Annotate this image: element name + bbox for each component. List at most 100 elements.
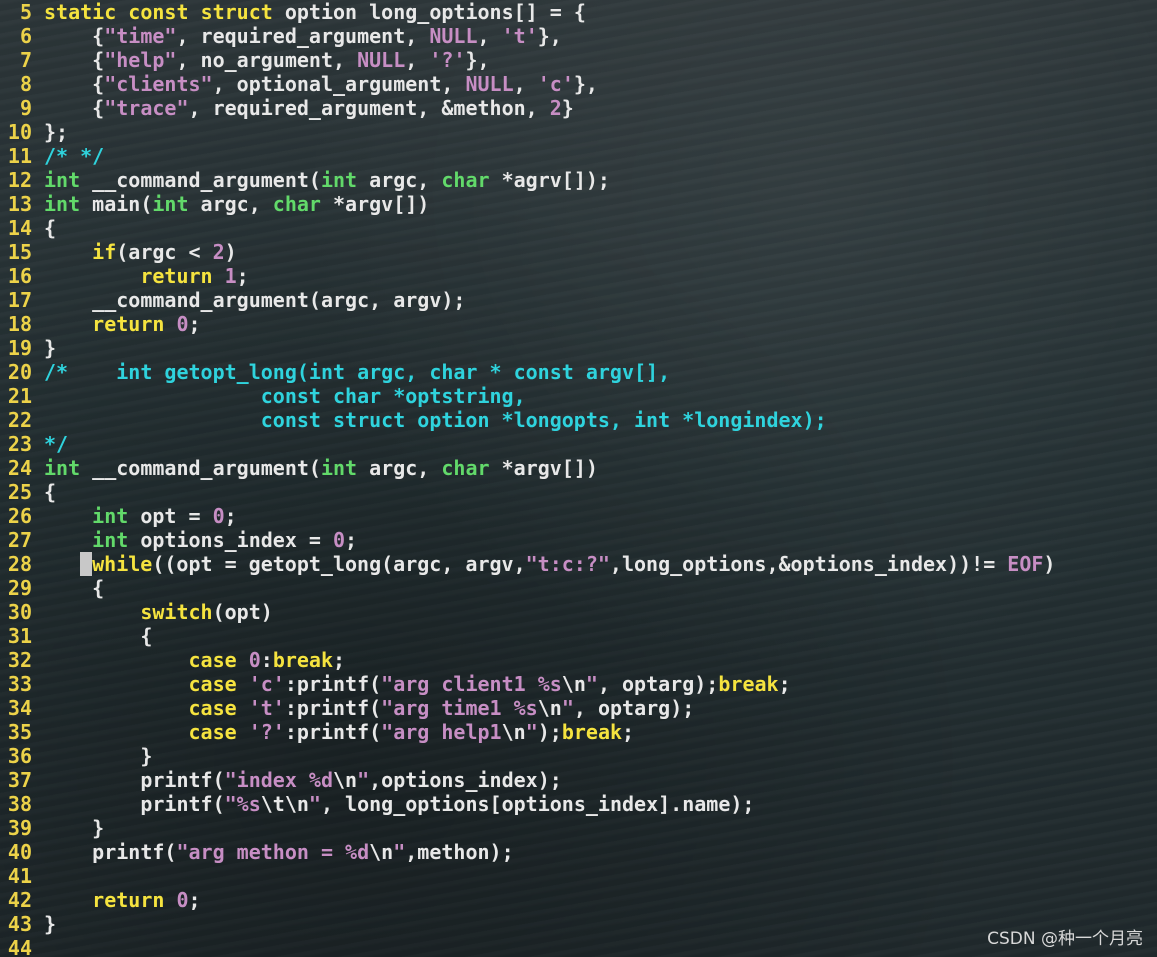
code-token: "arg time1 %s	[381, 696, 538, 720]
code-line[interactable]: 40 printf("arg methon = %d\n",methon);	[0, 840, 514, 864]
code-line[interactable]: 44	[0, 936, 44, 957]
code-token: ;	[236, 264, 249, 288]
code-editor[interactable]: 5 static const struct option long_options…	[0, 0, 1157, 957]
line-number: 41	[7, 864, 32, 888]
code-line[interactable]: 30 switch(opt)	[0, 600, 273, 624]
code-line[interactable]: 22 const struct option *longopts, int *l…	[0, 408, 827, 432]
code-text: return 0;	[44, 312, 201, 336]
line-number: 43	[7, 912, 32, 936]
code-text: printf("%s\t\n", long_options[options_in…	[44, 792, 754, 816]
code-line[interactable]: 16 return 1;	[0, 264, 249, 288]
code-line[interactable]: 9 {"trace", required_argument, &methon, …	[0, 96, 574, 120]
code-token: const struct option *longopts, int *long…	[44, 408, 827, 432]
code-token: "%s	[224, 792, 261, 816]
code-line[interactable]: 27 int options_index = 0;	[0, 528, 357, 552]
code-line[interactable]: 7 {"help", no_argument, NULL, '?'},	[0, 48, 490, 72]
code-token: break	[718, 672, 779, 696]
code-line[interactable]: 10};	[0, 120, 68, 144]
code-line[interactable]: 26 int opt = 0;	[0, 504, 237, 528]
code-token: ;	[622, 720, 635, 744]
line-number: 44	[7, 936, 32, 957]
code-line[interactable]: 37 printf("index %d\n",options_index);	[0, 768, 562, 792]
code-token: opt =	[128, 504, 213, 528]
code-line[interactable]: 29 {	[0, 576, 104, 600]
line-number: 30	[7, 600, 32, 624]
code-line[interactable]: 31 {	[0, 624, 152, 648]
code-token: ,	[405, 48, 430, 72]
code-line[interactable]: 8 {"clients", optional_argument, NULL, '…	[0, 72, 598, 96]
code-line[interactable]: 19}	[0, 336, 56, 360]
code-token: 't'	[501, 24, 538, 48]
code-line[interactable]: 36 }	[0, 744, 152, 768]
code-token: "t:c:?"	[525, 552, 610, 576]
code-token: break	[561, 720, 623, 744]
code-text: int opt = 0;	[44, 504, 237, 528]
code-token: *argv[])	[489, 456, 598, 480]
code-line[interactable]: 42 return 0;	[0, 888, 201, 912]
code-line[interactable]: 28 while((opt = getopt_long(argc, argv,"…	[0, 552, 1055, 576]
code-token: __command_argument(	[80, 168, 321, 192]
code-token: break	[272, 648, 334, 672]
code-token: __command_argument(argc, argv);	[44, 288, 466, 312]
code-line[interactable]: 38 printf("%s\t\n", long_options[options…	[0, 792, 755, 816]
code-line[interactable]: 35 case '?':printf("arg help1\n");break;	[0, 720, 634, 744]
line-number: 27	[7, 528, 32, 552]
line-number: 24	[7, 456, 32, 480]
code-line[interactable]: 12 int __command_argument(int argc, char …	[0, 168, 610, 192]
code-token: {	[44, 576, 105, 600]
code-line[interactable]: 18 return 0;	[0, 312, 201, 336]
code-text: int __command_argument(int argc, char *a…	[44, 168, 610, 192]
code-token: ;	[188, 888, 201, 912]
code-token: "arg methon = %d	[176, 840, 370, 864]
code-line[interactable]: 20 /* int getopt_long(int argc, char * co…	[0, 360, 670, 384]
line-number: 38	[7, 792, 32, 816]
code-text: printf("index %d\n",options_index);	[44, 768, 562, 792]
code-line[interactable]: 21 const char *optstring,	[0, 384, 526, 408]
code-line[interactable]: 39 }	[0, 816, 104, 840]
code-line[interactable]: 13 int main(int argc, char *argv[])	[0, 192, 429, 216]
line-number: 39	[7, 816, 32, 840]
line-number: 32	[7, 648, 32, 672]
code-token: */	[44, 432, 69, 456]
code-text: const char *optstring,	[44, 384, 526, 408]
code-line[interactable]: 11 /* */	[0, 144, 104, 168]
code-line[interactable]: 6 {"time", required_argument, NULL, 't'}…	[0, 24, 562, 48]
code-token: {	[44, 48, 105, 72]
code-line[interactable]: 17 __command_argument(argc, argv);	[0, 288, 466, 312]
code-token: *argv[])	[320, 192, 430, 216]
code-token: ;	[345, 528, 358, 552]
code-token: case	[188, 720, 237, 744]
code-line[interactable]: 32 case 0:break;	[0, 648, 345, 672]
code-token: char	[272, 192, 321, 216]
code-text: return 0;	[44, 888, 201, 912]
code-token: 2	[212, 240, 225, 264]
code-line[interactable]: 43}	[0, 912, 56, 936]
code-text: case 'c':printf("arg client1 %s\n", opta…	[44, 672, 791, 696]
code-token: , no_argument,	[176, 48, 358, 72]
code-token: :printf(	[284, 672, 382, 696]
code-line[interactable]: 34 case 't':printf("arg time1 %s\n", opt…	[0, 696, 694, 720]
code-token: ;	[188, 312, 201, 336]
code-token: ;	[333, 648, 346, 672]
code-token: ,options_index);	[369, 768, 562, 792]
code-text: }	[44, 912, 56, 936]
code-line[interactable]: 14 {	[0, 216, 56, 240]
code-line[interactable]: 33 case 'c':printf("arg client1 %s\n", o…	[0, 672, 791, 696]
code-token: int	[44, 168, 81, 192]
code-line[interactable]: 23 */	[0, 432, 68, 456]
code-token: const	[128, 0, 189, 24]
code-line[interactable]: 24 int __command_argument(int argc, char …	[0, 456, 598, 480]
code-line[interactable]: 15 if(argc < 2)	[0, 240, 237, 264]
code-line[interactable]: 41	[0, 864, 44, 888]
line-number: 20	[7, 360, 32, 384]
code-line[interactable]: 5 static const struct option long_options…	[0, 0, 586, 24]
code-line[interactable]: 25 {	[0, 480, 56, 504]
code-token: if	[92, 240, 117, 264]
